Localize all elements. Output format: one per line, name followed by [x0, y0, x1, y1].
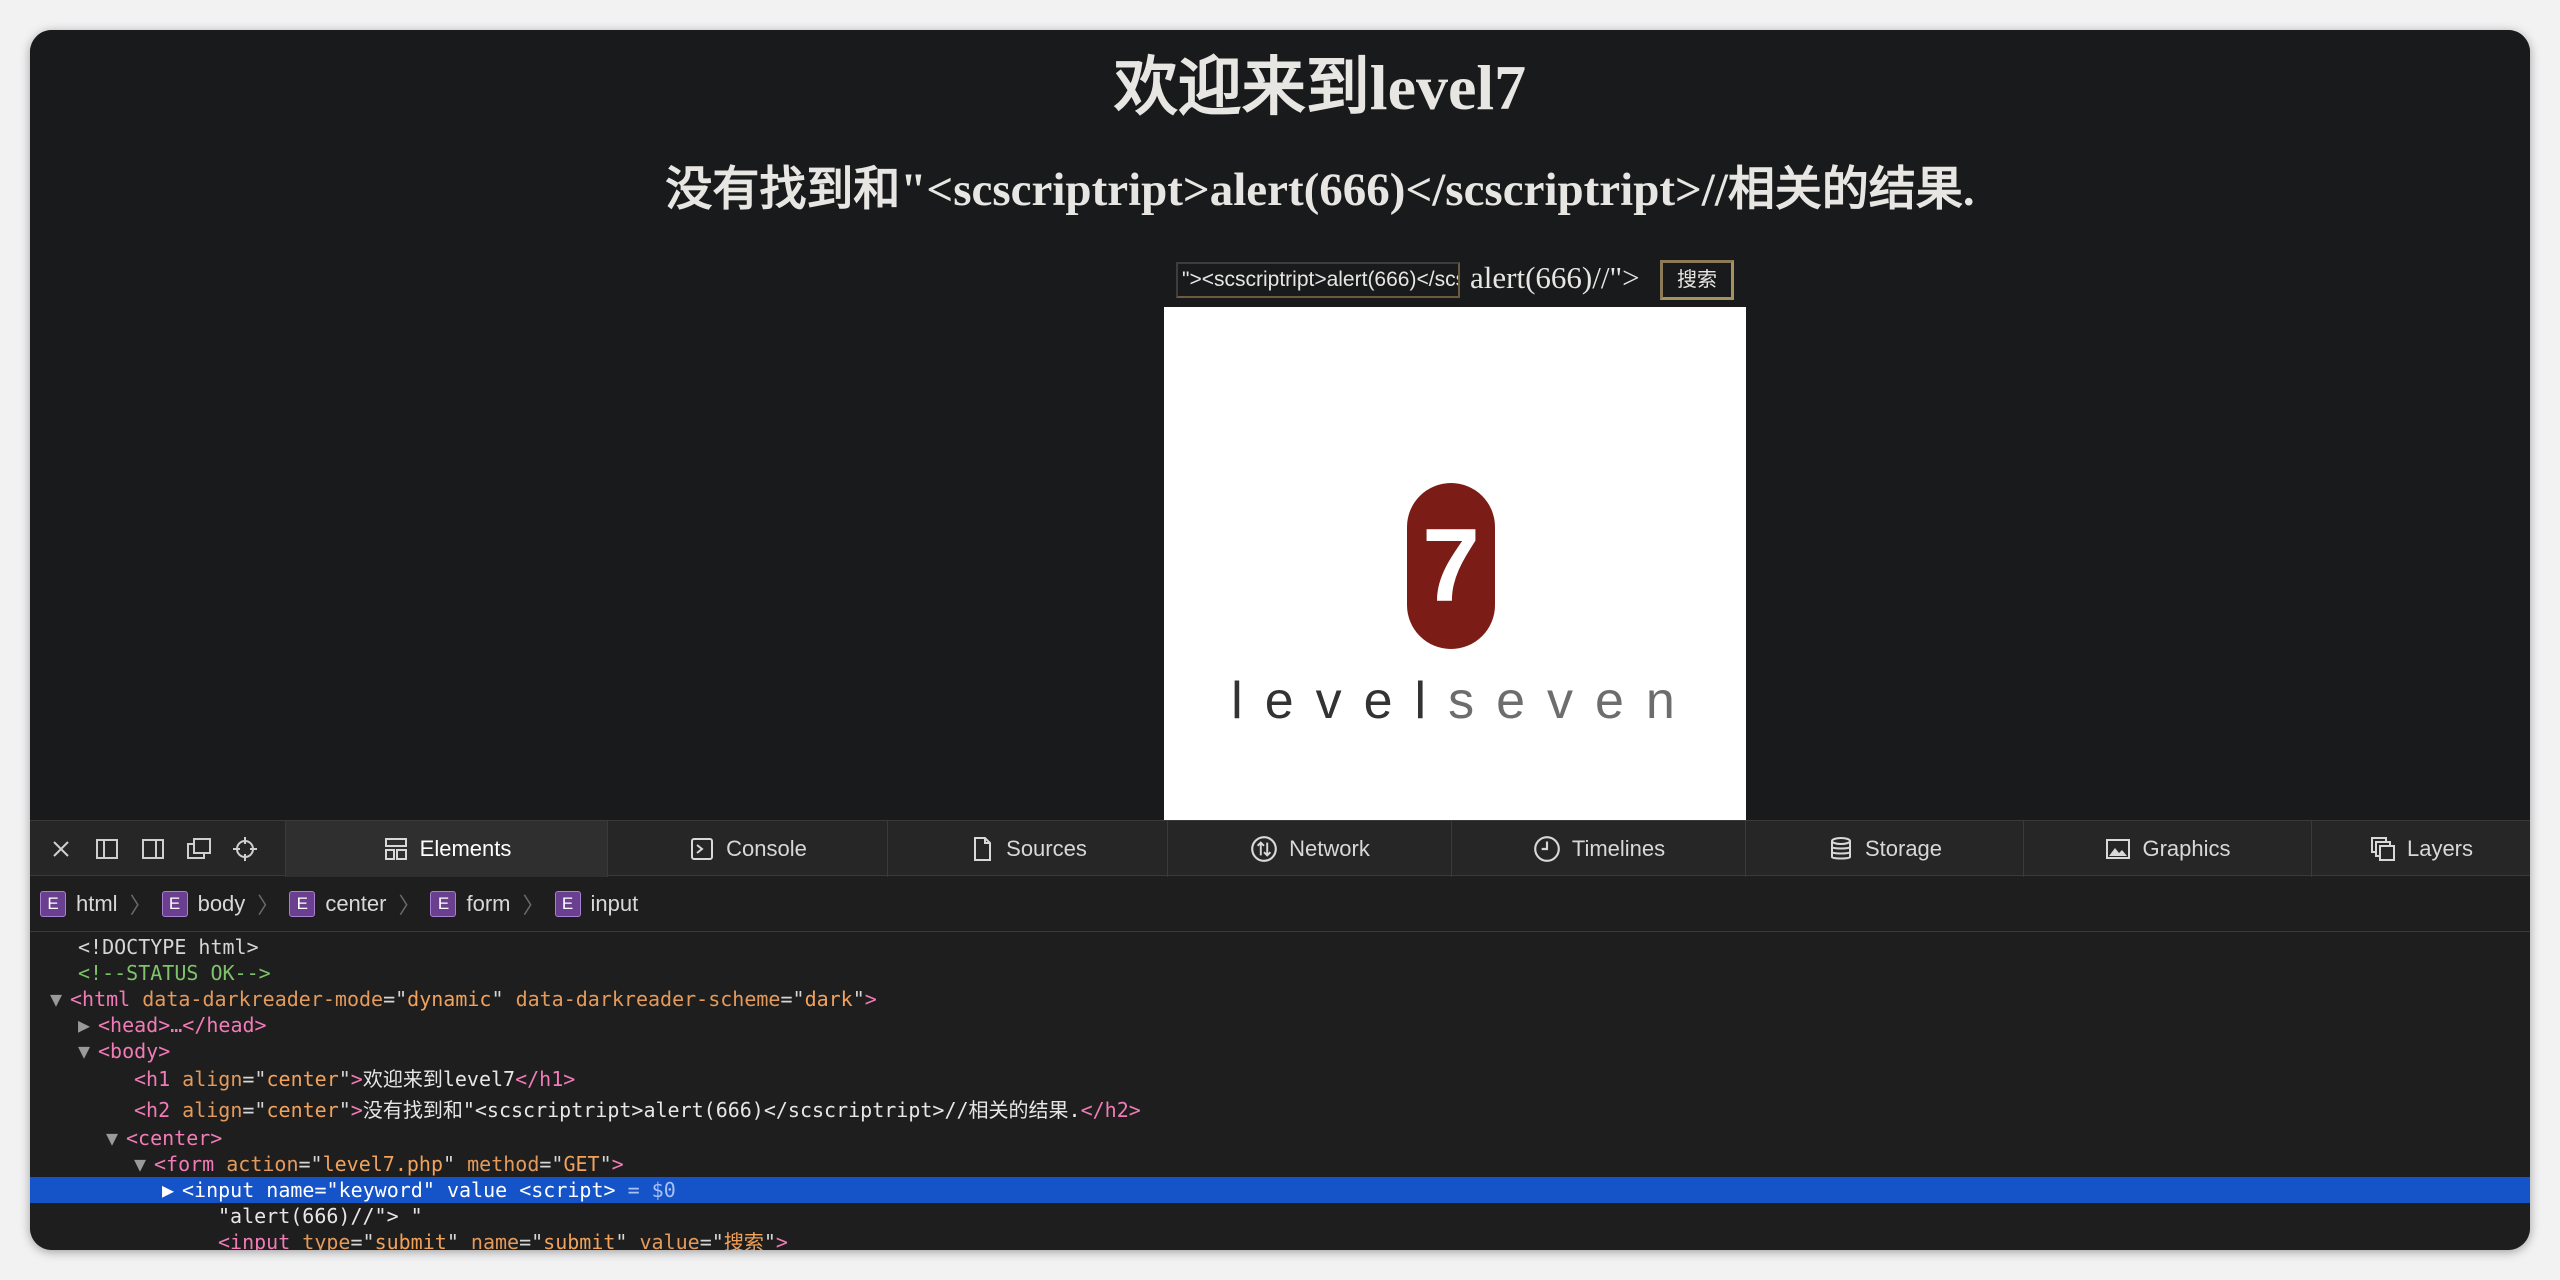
breadcrumb-item-html[interactable]: Ehtml [40, 890, 118, 917]
dom-node-head[interactable]: ▶ <head>…</head> [30, 1012, 2530, 1038]
chevron-right-icon: 〉 [398, 892, 421, 918]
tab-layers[interactable]: Layers [2312, 821, 2530, 877]
dom-node-body[interactable]: ▼ <body> [30, 1038, 2530, 1064]
tab-label: Sources [1006, 836, 1087, 861]
page-heading-h1: 欢迎来到level7 [1113, 52, 1527, 123]
element-icon: E [161, 890, 188, 917]
logo-wordmark: levelseven [1164, 671, 1746, 731]
dom-node-center[interactable]: ▼ <center> [30, 1125, 2530, 1151]
tab-label: Console [726, 836, 807, 861]
elements-icon [384, 838, 407, 860]
dom-node-comment[interactable]: <!--STATUS OK--> [30, 960, 2530, 986]
disclosure-open-icon[interactable]: ▼ [134, 1151, 154, 1177]
logo-word-level: level [1231, 672, 1449, 730]
graphics-icon [2106, 839, 2131, 859]
tab-console[interactable]: Console [608, 821, 888, 877]
layers-icon [2370, 837, 2395, 861]
tab-timelines[interactable]: Timelines [1452, 821, 1746, 877]
close-icon[interactable] [46, 835, 76, 863]
dom-node-h2[interactable]: <h2 align="center">没有找到和"<scscriptript>a… [30, 1097, 2530, 1123]
tab-graphics[interactable]: Graphics [2024, 821, 2312, 877]
breadcrumb-item-input[interactable]: Einput [554, 890, 638, 917]
tab-network[interactable]: Network [1168, 821, 1452, 877]
disclosure-open-icon[interactable]: ▼ [106, 1125, 126, 1151]
chevron-right-icon: 〉 [257, 892, 280, 918]
element-picker-icon[interactable] [230, 835, 260, 863]
search-form: "><scscriptript>alert(666)</scscriptript… [30, 254, 2530, 304]
inspector-tab-bar: Elements Console Sources Network Timelin… [30, 820, 2530, 877]
dom-node-html[interactable]: ▼ <html data-darkreader-mode="dynamic" da… [30, 986, 2530, 1012]
tab-label: Network [1289, 836, 1370, 861]
injected-text: alert(666)//"> [1470, 260, 1640, 295]
chevron-right-icon: 〉 [522, 892, 545, 918]
keyword-input[interactable]: "><scscriptript>alert(666)</scscriptript… [1176, 262, 1460, 298]
dom-tree: <!DOCTYPE html> <!--STATUS OK--> ▼ <html … [30, 932, 2530, 1250]
chevron-right-icon: 〉 [129, 892, 152, 918]
tab-label: Storage [1864, 836, 1943, 861]
element-icon: E [430, 890, 457, 917]
breadcrumb-item-form[interactable]: Eform [430, 890, 510, 917]
dom-node-h1[interactable]: <h1 align="center">欢迎来到level7</h1> [30, 1066, 2530, 1092]
disclosure-open-icon[interactable]: ▼ [78, 1038, 98, 1064]
sources-icon [974, 837, 992, 861]
web-inspector: Elements Console Sources Network Timelin… [30, 820, 2530, 1250]
tab-elements[interactable]: Elements [286, 821, 608, 877]
detach-window-icon[interactable] [184, 835, 214, 863]
disclosure-open-icon[interactable]: ▼ [50, 986, 70, 1012]
timelines-icon [1533, 836, 1560, 862]
dock-left-icon[interactable] [92, 835, 122, 863]
element-icon: E [40, 890, 66, 917]
element-icon: E [554, 890, 581, 917]
search-submit-button[interactable]: 搜索 [1660, 260, 1734, 300]
dom-node-form[interactable]: ▼ <form action="level7.php" method="GET"> [30, 1151, 2530, 1177]
breadcrumb-item-body[interactable]: Ebody [161, 890, 245, 917]
tab-storage[interactable]: Storage [1746, 821, 2024, 877]
disclosure-closed-icon[interactable]: ▶ [162, 1177, 182, 1203]
element-icon: E [289, 890, 316, 917]
page-viewport: 欢迎来到level7 没有找到和"<scscriptript>alert(666… [30, 30, 2530, 820]
storage-icon [1830, 837, 1851, 860]
dom-node-input-selected[interactable]: ▶ <input name="keyword" value <script> = … [30, 1177, 2530, 1203]
tab-label: Elements [419, 836, 512, 861]
page-heading-h2: 没有找到和"<scscriptript>alert(666)</scscript… [665, 164, 1975, 216]
console-icon [691, 838, 714, 860]
tab-label: Timelines [1571, 836, 1666, 861]
tab-label: Layers [2406, 836, 2474, 861]
disclosure-closed-icon[interactable]: ▶ [78, 1012, 98, 1038]
dom-node-doctype[interactable]: <!DOCTYPE html> [30, 934, 2530, 960]
logo-word-seven: seven [1448, 672, 1697, 730]
browser-window: 欢迎来到level7 没有找到和"<scscriptript>alert(666… [30, 30, 2530, 1250]
inspector-controls [30, 821, 286, 877]
logo-badge: 7 [1407, 483, 1495, 649]
breadcrumb: Ehtml 〉 Ebody 〉 Ecenter 〉 Eform 〉 Einput [30, 876, 2530, 932]
tab-label: Graphics [2142, 836, 2231, 861]
breadcrumb-item-center[interactable]: Ecenter [289, 890, 386, 917]
tab-sources[interactable]: Sources [888, 821, 1168, 877]
network-icon [1251, 836, 1278, 862]
level-logo-image: 7 levelseven [1164, 307, 1746, 820]
dom-node-submit-input[interactable]: <input type="submit" name="submit" value… [30, 1229, 2530, 1250]
dock-right-icon[interactable] [138, 835, 168, 863]
dom-node-text[interactable]: "alert(666)//"> " [30, 1203, 2530, 1229]
